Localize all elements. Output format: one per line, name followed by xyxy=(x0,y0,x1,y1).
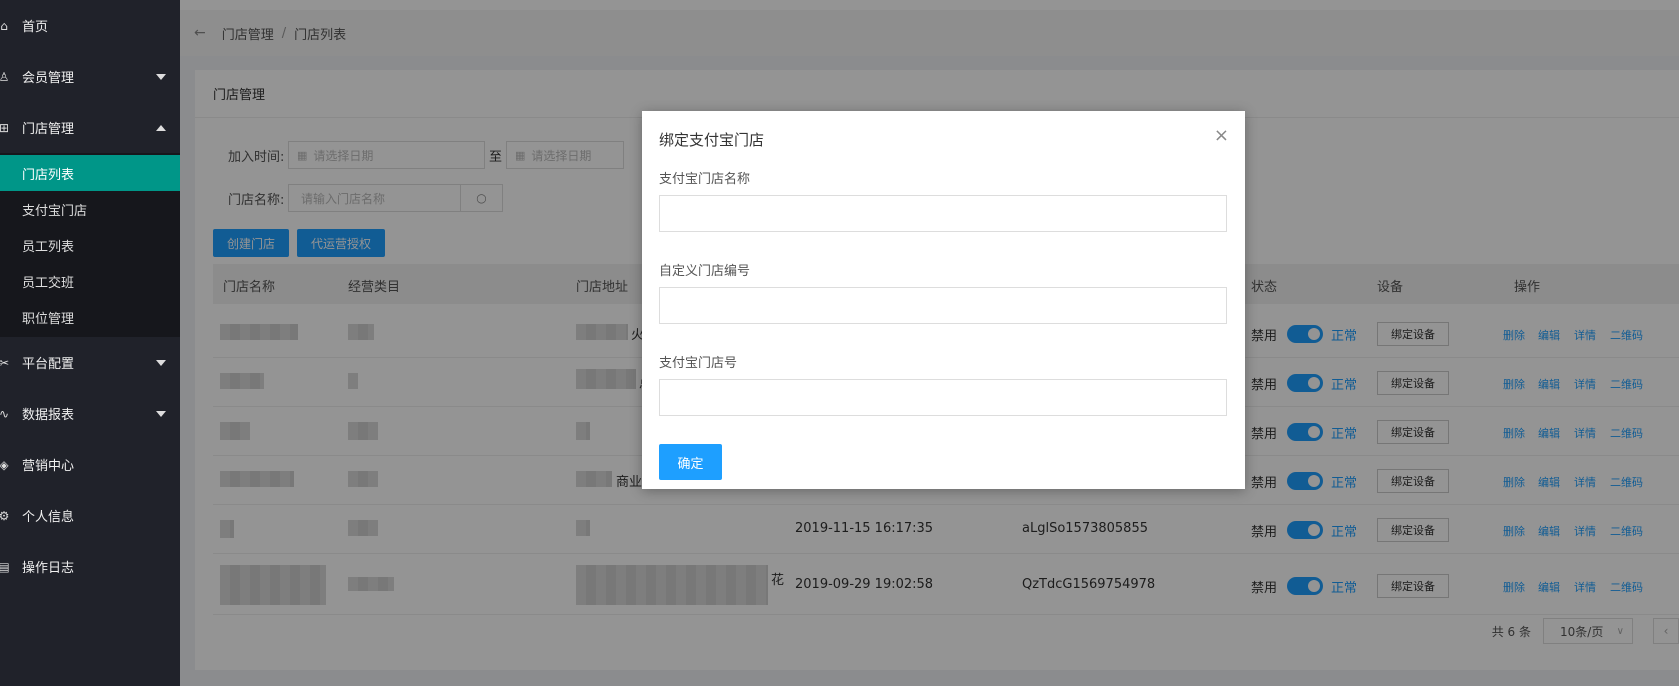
sidebar-item-label: 操作日志 xyxy=(22,561,75,576)
alipay-store-name-input[interactable] xyxy=(659,195,1227,232)
chevron-down-icon xyxy=(156,410,166,417)
home-icon: ⌂ xyxy=(0,18,8,33)
sidebar-item-logs[interactable]: ▤ 操作日志 xyxy=(0,541,180,592)
sidebar-item-reports[interactable]: ∿ 数据报表 xyxy=(0,388,180,439)
sidebar-item-label: 会员管理 xyxy=(22,71,75,86)
sidebar-item-profile[interactable]: ⚙ 个人信息 xyxy=(0,490,180,541)
sidebar-subitem-alipay-stores[interactable]: 支付宝门店 xyxy=(0,191,180,227)
sidebar-subitem-store-list[interactable]: 门店列表 xyxy=(0,155,180,191)
alipay-store-name-label: 支付宝门店名称 xyxy=(659,172,751,187)
chevron-down-icon xyxy=(156,359,166,366)
store-icon: ⊞ xyxy=(0,120,10,135)
close-icon[interactable]: × xyxy=(1214,125,1229,146)
sidebar-item-label: 个人信息 xyxy=(22,510,75,525)
alipay-store-id-input[interactable] xyxy=(659,379,1227,416)
sidebar-item-marketing[interactable]: ◈ 营销中心 xyxy=(0,439,180,490)
tools-icon: ✂ xyxy=(0,355,10,370)
dialog-title: 绑定支付宝门店 xyxy=(659,131,765,149)
sidebar-item-platform-config[interactable]: ✂ 平台配置 xyxy=(0,337,180,388)
user-icon: ♙ xyxy=(0,69,10,84)
sidebar-item-label: 营销中心 xyxy=(22,459,75,474)
sidebar: ⌂ 首页 ♙ 会员管理 ⊞ 门店管理 门店列表 支付宝门店 员工列表 员工交班 … xyxy=(0,0,180,686)
custom-store-code-input[interactable] xyxy=(659,287,1227,324)
confirm-button[interactable]: 确定 xyxy=(659,444,722,480)
sidebar-item-label: 平台配置 xyxy=(22,357,75,372)
sidebar-item-members[interactable]: ♙ 会员管理 xyxy=(0,51,180,102)
custom-store-code-label: 自定义门店编号 xyxy=(659,264,751,279)
sidebar-subitem-staff-list[interactable]: 员工列表 xyxy=(0,227,180,263)
bind-alipay-store-dialog: 绑定支付宝门店 × 支付宝门店名称 自定义门店编号 支付宝门店号 确定 xyxy=(642,111,1245,489)
sidebar-item-label: 数据报表 xyxy=(22,408,75,423)
chevron-up-icon xyxy=(156,124,166,131)
sidebar-item-home[interactable]: ⌂ 首页 xyxy=(0,0,180,51)
chevron-down-icon xyxy=(156,73,166,80)
sidebar-item-label: 门店管理 xyxy=(22,122,75,137)
chart-icon: ∿ xyxy=(0,406,10,421)
sidebar-item-stores[interactable]: ⊞ 门店管理 xyxy=(0,102,180,153)
gear-icon: ⚙ xyxy=(0,508,10,523)
alipay-store-id-label: 支付宝门店号 xyxy=(659,356,738,371)
sidebar-item-label: 首页 xyxy=(22,20,49,35)
sidebar-subitem-shift-handover[interactable]: 员工交班 xyxy=(0,263,180,299)
stores-submenu: 门店列表 支付宝门店 员工列表 员工交班 职位管理 xyxy=(0,153,180,337)
log-icon: ▤ xyxy=(0,559,10,574)
cube-icon: ◈ xyxy=(0,457,9,472)
sidebar-subitem-positions[interactable]: 职位管理 xyxy=(0,299,180,335)
